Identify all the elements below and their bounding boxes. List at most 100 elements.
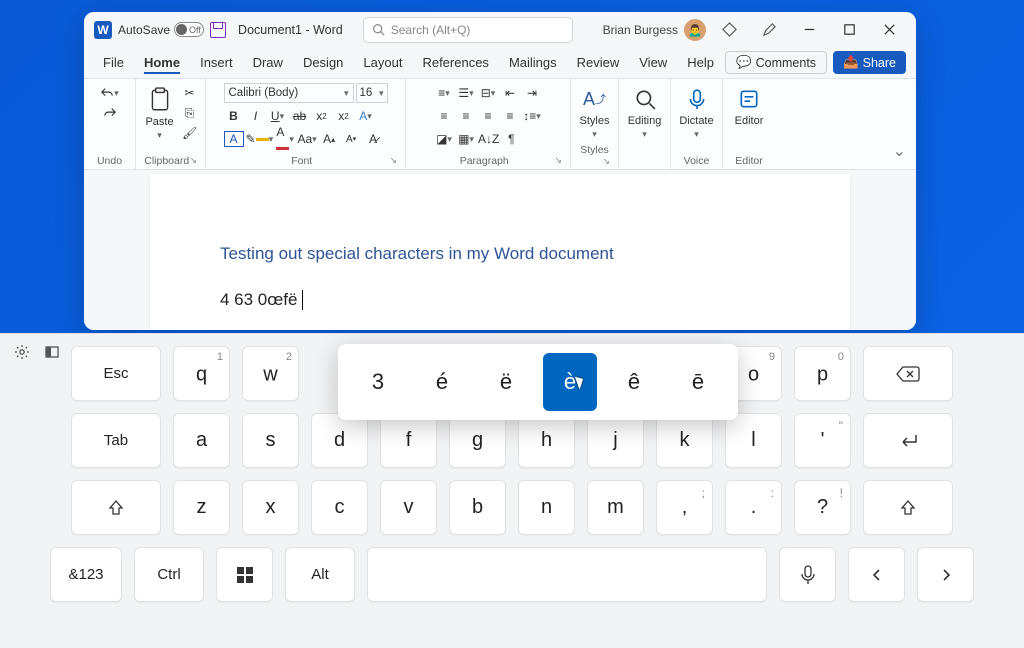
key-v[interactable]: v [380,480,437,535]
minimize-icon[interactable] [792,16,826,44]
key-left[interactable] [848,547,905,602]
key-esc[interactable]: Esc [71,346,161,401]
key-c[interactable]: c [311,480,368,535]
key-l[interactable]: l [725,413,782,468]
key-b[interactable]: b [449,480,506,535]
font-border-button[interactable]: A [224,131,244,147]
font-name-select[interactable]: Calibri (Body)▾ [224,83,354,103]
key-backspace[interactable] [863,346,953,401]
key-x[interactable]: x [242,480,299,535]
key-apostrophe[interactable]: '" [794,413,851,468]
undo-button[interactable]: ▾ [100,83,120,103]
redo-button[interactable] [100,103,120,123]
key-q[interactable]: q1 [173,346,230,401]
align-right-button[interactable]: ≡ [478,106,498,126]
bullets-button[interactable]: ≡▾ [434,83,454,103]
styles-button[interactable]: A⤴ Styles▾ [576,83,614,142]
save-icon[interactable] [210,22,226,38]
user-account[interactable]: Brian Burgess 🙍‍♂️ [603,19,706,41]
key-right[interactable] [917,547,974,602]
key-k[interactable]: k [656,413,713,468]
key-s[interactable]: s [242,413,299,468]
bold-button[interactable]: B [224,106,244,126]
increase-indent-button[interactable]: ⇥ [522,83,542,103]
align-left-button[interactable]: ≡ [434,106,454,126]
collapse-ribbon-icon[interactable]: ⌄ [893,141,906,161]
key-ctrl[interactable]: Ctrl [134,547,204,602]
menu-home[interactable]: Home [135,50,189,75]
underline-button[interactable]: U▾ [268,106,288,126]
key-alt[interactable]: Alt [285,547,355,602]
text-effects-button[interactable]: A▾ [356,106,376,126]
dictate-button[interactable]: Dictate▾ [675,83,717,142]
multilevel-button[interactable]: ⊟▾ [478,83,498,103]
popup-key-e-grave[interactable]: è [543,353,597,411]
key-mic[interactable] [779,547,836,602]
key-space[interactable] [367,547,767,602]
decrease-indent-button[interactable]: ⇤ [500,83,520,103]
dock-icon[interactable] [44,344,60,365]
font-size-select[interactable]: 16▾ [356,83,388,103]
numbering-button[interactable]: ☰▾ [456,83,476,103]
shrink-font-button[interactable]: A▾ [341,129,361,149]
italic-button[interactable]: I [246,106,266,126]
key-n[interactable]: n [518,480,575,535]
sort-button[interactable]: A↓Z [478,129,499,149]
menu-mailings[interactable]: Mailings [500,50,566,75]
key-m[interactable]: m [587,480,644,535]
menu-layout[interactable]: Layout [354,50,411,75]
font-color-button[interactable]: A▾ [275,129,295,149]
popup-key-3[interactable]: 3 [351,353,405,411]
key-shift-left[interactable] [71,480,161,535]
share-button[interactable]: 📤 Share [833,51,906,74]
diamond-icon[interactable] [712,16,746,44]
shading-button[interactable]: ◪▾ [434,129,454,149]
justify-button[interactable]: ≡ [500,106,520,126]
maximize-icon[interactable] [832,16,866,44]
subscript-button[interactable]: x2 [312,106,332,126]
key-enter[interactable] [863,413,953,468]
menu-design[interactable]: Design [294,50,352,75]
format-painter-button[interactable]: 🖌 [180,123,200,143]
borders-button[interactable]: ▦▾ [456,129,476,149]
comments-button[interactable]: 💬 Comments [725,51,827,74]
menu-draw[interactable]: Draw [244,50,292,75]
pen-icon[interactable] [752,16,786,44]
change-case-button[interactable]: Aa▾ [297,129,317,149]
key-tab[interactable]: Tab [71,413,161,468]
line-spacing-button[interactable]: ↕≡▾ [522,106,542,126]
key-symbols[interactable]: &123 [50,547,122,602]
show-marks-button[interactable]: ¶ [501,129,521,149]
clear-format-button[interactable]: A̷ [363,129,383,149]
superscript-button[interactable]: x2 [334,106,354,126]
editing-button[interactable]: Editing▾ [624,83,666,142]
cut-button[interactable]: ✂ [180,83,200,103]
popup-key-e-diaeresis[interactable]: ë [479,353,533,411]
key-windows[interactable] [216,547,273,602]
popup-key-e-circumflex[interactable]: ê [607,353,661,411]
menu-help[interactable]: Help [678,50,723,75]
key-w[interactable]: w2 [242,346,299,401]
editor-button[interactable]: Editor [731,83,768,129]
key-g[interactable]: g [449,413,506,468]
key-question[interactable]: ?! [794,480,851,535]
grow-font-button[interactable]: A▴ [319,129,339,149]
key-period[interactable]: .: [725,480,782,535]
key-p[interactable]: p0 [794,346,851,401]
menu-view[interactable]: View [630,50,676,75]
copy-button[interactable]: ⎘ [180,103,200,123]
key-f[interactable]: f [380,413,437,468]
highlight-button[interactable]: ✎▾ [246,129,274,149]
popup-key-e-acute[interactable]: é [415,353,469,411]
strike-button[interactable]: ab [290,106,310,126]
key-comma[interactable]: ,; [656,480,713,535]
autosave-toggle[interactable]: AutoSave Off [118,22,204,37]
search-box[interactable]: Search (Alt+Q) [363,17,573,43]
menu-insert[interactable]: Insert [191,50,242,75]
key-d[interactable]: d [311,413,368,468]
key-h[interactable]: h [518,413,575,468]
key-j[interactable]: j [587,413,644,468]
paste-button[interactable]: Paste ▾ [141,84,177,143]
close-icon[interactable] [872,16,906,44]
menu-review[interactable]: Review [568,50,629,75]
